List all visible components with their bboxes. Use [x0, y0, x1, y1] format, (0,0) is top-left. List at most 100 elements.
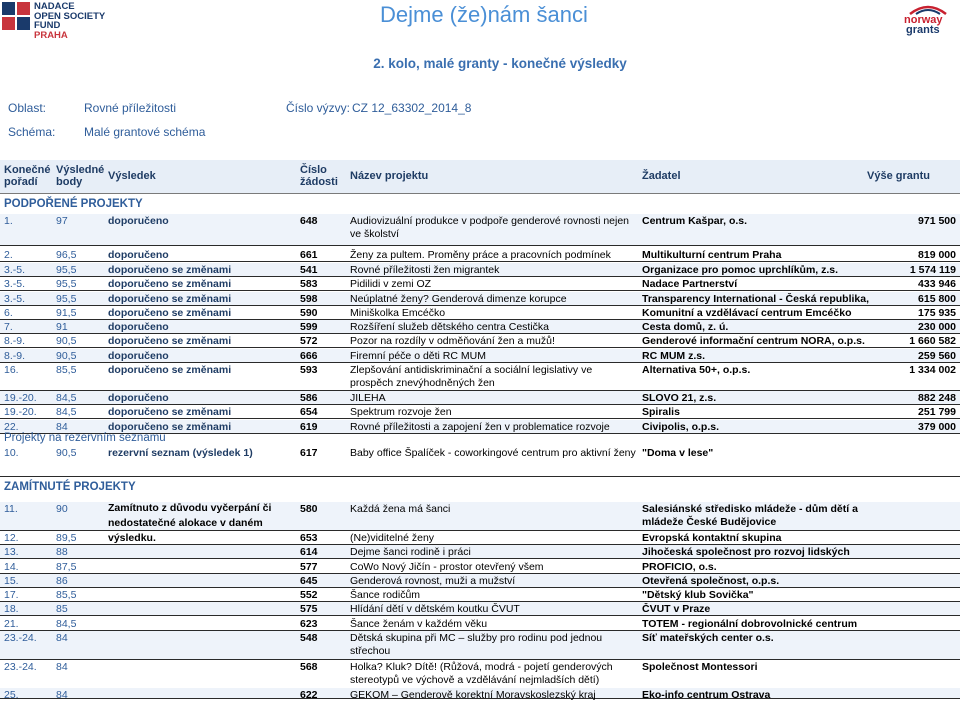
cell-score: 84: [56, 661, 68, 673]
cell-rank: 1.: [4, 215, 13, 227]
cell-number: 568: [300, 661, 318, 673]
cell-project-name: JILEHA: [350, 392, 386, 404]
area-value: Rovné příležitosti: [84, 101, 177, 115]
cell-amount: 230 000: [918, 321, 956, 333]
cell-number: 617: [300, 447, 318, 459]
cell-rank: 11.: [4, 503, 18, 515]
cell-result: doporučeno se změnami: [108, 364, 232, 376]
norway-grants-logo-line: grants: [906, 24, 940, 36]
cell-applicant: Spiralis: [642, 406, 680, 418]
cell-score: 90,5: [56, 350, 77, 362]
cell-project-name: Šance rodičům: [350, 589, 421, 601]
table-header: Konečné pořadí Výsledné body Výsledek Čí…: [0, 160, 960, 194]
cell-project-name: Každá žena má šanci: [350, 503, 451, 515]
col-applicant: Žadatel: [642, 170, 681, 182]
cell-result: doporučeno: [108, 350, 169, 362]
cell-rank: 3.-5.: [4, 293, 26, 305]
cell-number: 586: [300, 392, 318, 404]
cell-project-name: GEKOM – Genderově korektní Moravskoslezs…: [350, 689, 596, 701]
table-row: 19.-20. 84,5 doporučeno se změnami 654 Spekt…: [0, 405, 960, 419]
cell-score: 85,5: [56, 364, 77, 376]
cell-applicant: Komunitní a vzdělávací centrum Emcéčko: [642, 307, 852, 319]
cell-score: 96,5: [56, 249, 77, 261]
cell-number: 614: [300, 546, 318, 558]
table-row: 3.-5. 95,5 doporučeno se změnami 583 Pidilid…: [0, 277, 960, 291]
section-reserve: Projekty na rezervním seznamu: [4, 432, 166, 444]
cell-rank: 3.-5.: [4, 278, 26, 290]
cell-rank: 14.: [4, 561, 19, 573]
table-row: 17. 85,5 552 Šance rodičům "Dětský klub Sovi…: [0, 588, 960, 602]
cell-applicant: Eko-info centrum Ostrava: [642, 689, 771, 701]
cell-amount: 251 799: [918, 406, 956, 418]
cell-applicant: Cesta domů, z. ú.: [642, 321, 729, 333]
cell-project-name: Rozšíření služeb dětského centra Cestičk…: [350, 321, 550, 333]
cell-number: 654: [300, 406, 318, 418]
col-number: Číslo žádosti: [300, 164, 338, 188]
cell-applicant: Multikulturní centrum Praha: [642, 249, 782, 261]
cell-applicant: RC MUM z.s.: [642, 350, 705, 362]
table-row: 2. 96,5 doporučeno 661 Ženy za pultem. Promě…: [0, 248, 960, 262]
call-value: CZ 12_63302_2014_8: [352, 101, 472, 115]
cell-amount: 882 248: [918, 392, 956, 404]
table-row: 8.-9. 90,5 doporučeno 666 Firemní péče o dět…: [0, 349, 960, 363]
cell-number: 666: [300, 350, 318, 362]
cell-rank: 19.-20.: [4, 392, 37, 404]
cell-score: 95,5: [56, 293, 77, 305]
cell-project-name: Pidilidi v zemi OZ: [350, 278, 432, 290]
cell-score: 88: [56, 546, 68, 558]
cell-project-name: Šance ženám v každém věku: [350, 618, 488, 630]
cell-project-name: CoWo Nový Jičín - prostor otevřený všem: [350, 561, 544, 573]
section-rejected: ZAMÍTNUTÉ PROJEKTY: [4, 481, 136, 493]
cell-result: doporučeno se změnami: [108, 278, 232, 290]
cell-score: 90,5: [56, 335, 77, 347]
cell-number: 575: [300, 603, 318, 615]
cell-amount: 1 660 582: [909, 335, 956, 347]
norway-grants-logo: norway grants: [900, 4, 960, 36]
cell-number: 552: [300, 589, 318, 601]
cell-score: 84,5: [56, 406, 77, 418]
col-rank: Konečné pořadí: [4, 164, 51, 188]
table-row: 18. 85 575 Hlídání dětí v dětském koutku ČV…: [0, 602, 960, 616]
cell-number: 541: [300, 264, 318, 276]
table-row: 21. 84,5 623 Šance ženám v každém věku TOTEM…: [0, 617, 960, 631]
cell-rank: 6.: [4, 307, 13, 319]
cell-amount: 379 000: [918, 421, 956, 433]
cell-project-name: Rovné příležitosti žen migrantek: [350, 264, 500, 276]
cell-project-name: Firemní péče o děti RC MUM: [350, 350, 486, 362]
cell-number: 590: [300, 307, 318, 319]
cell-project-name: Ženy za pultem. Proměny práce a pracovní…: [350, 249, 611, 261]
cell-rank: 2.: [4, 249, 13, 261]
cell-score: 85: [56, 603, 68, 615]
cell-score: 91,5: [56, 307, 77, 319]
scheme-value: Malé grantové schéma: [84, 125, 206, 139]
cell-rank: 21.: [4, 618, 19, 630]
cell-project-name: Rovné příležitosti a zapojení žen v prob…: [350, 421, 610, 433]
cell-project-name: Neúplatné ženy? Genderová dimenze korupc…: [350, 293, 567, 305]
table-row: 23.-24. 84 548 Dětská skupina při MC – služ…: [0, 631, 960, 660]
cell-number: 598: [300, 293, 318, 305]
cell-score: 84: [56, 632, 68, 644]
osf-logo-icon: [2, 2, 30, 30]
col-amount: Výše grantu: [867, 170, 930, 182]
cell-number: 583: [300, 278, 318, 290]
cell-result: doporučeno se změnami: [108, 264, 232, 276]
table-row: 1. 97 doporučeno 648 Audiovizuální produkce …: [0, 214, 960, 246]
cell-score: 90,5: [56, 447, 77, 459]
rejected-result-note: Zamítnuto z důvodu vyčerpání či nedostat…: [108, 502, 272, 544]
cell-result: doporučeno: [108, 215, 169, 227]
scheme-label: Schéma:: [8, 125, 56, 139]
table-row: 7. 91 doporučeno 599 Rozšíření služeb dětské…: [0, 320, 960, 334]
cell-applicant: ČVUT v Praze: [642, 603, 711, 615]
cell-number: 599: [300, 321, 318, 333]
cell-project-name: Holka? Kluk? Dítě! (Růžová, modrá - poje…: [350, 661, 613, 686]
osf-logo: NADACE OPEN SOCIETY FUND PRAHA: [2, 2, 132, 40]
cell-score: 89,5: [56, 532, 77, 544]
cell-applicant: Genderové informační centrum NORA, o.p.s…: [642, 335, 865, 347]
cell-applicant: "Doma v lese": [642, 447, 714, 459]
cell-result: doporučeno se změnami: [108, 293, 232, 305]
cell-applicant: Síť mateřských center o.s.: [642, 632, 774, 644]
cell-score: 91: [56, 321, 68, 333]
cell-number: 572: [300, 335, 318, 347]
cell-result: doporučeno: [108, 321, 169, 333]
cell-rank: 19.-20.: [4, 406, 37, 418]
